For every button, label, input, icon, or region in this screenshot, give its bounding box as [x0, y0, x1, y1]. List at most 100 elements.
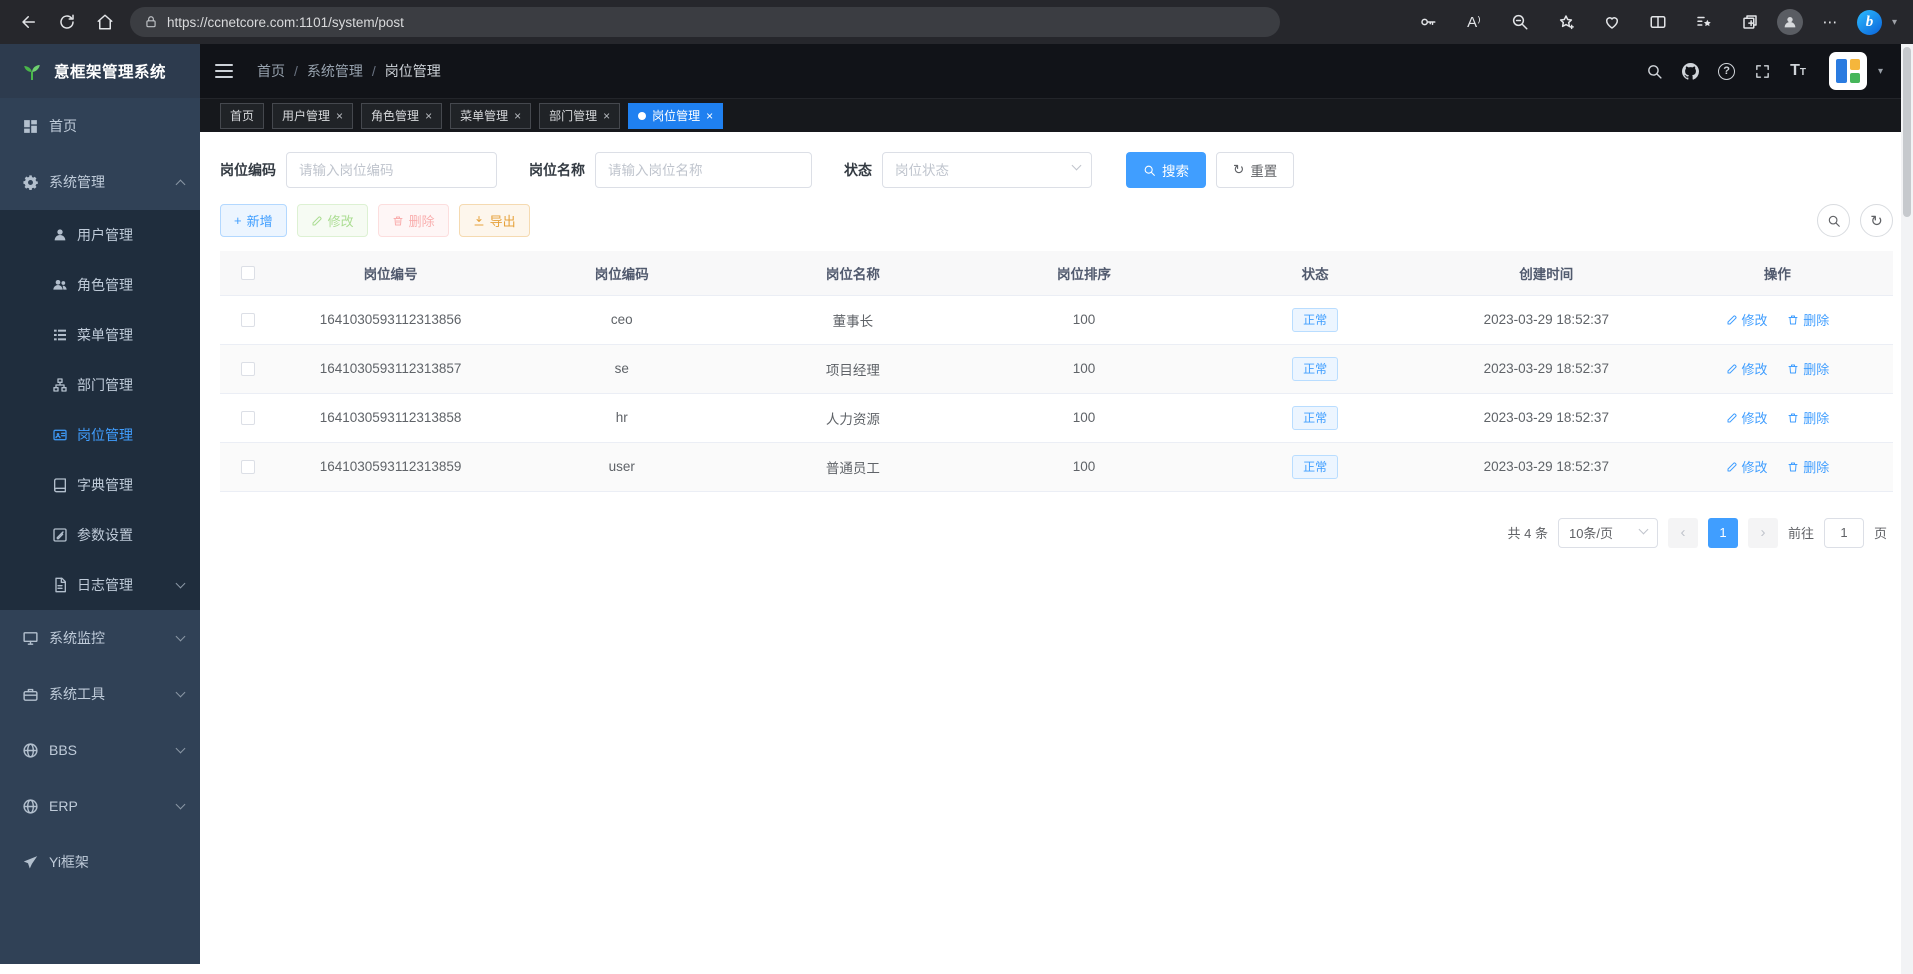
chevron-left-icon: ‹ — [1680, 524, 1685, 541]
add-button[interactable]: + 新增 — [220, 204, 287, 237]
back-button[interactable] — [13, 6, 45, 38]
post-code-input[interactable] — [286, 152, 497, 188]
next-page-button[interactable]: › — [1748, 518, 1778, 548]
user-avatar[interactable] — [1829, 52, 1867, 90]
refresh-button[interactable] — [51, 6, 83, 38]
close-icon[interactable]: × — [425, 109, 432, 123]
sidebar-item-dict-management[interactable]: 字典管理 — [0, 460, 200, 510]
header-post-id: 岗位编号 — [275, 251, 506, 295]
fullscreen-icon[interactable] — [1754, 63, 1771, 80]
export-button[interactable]: 导出 — [459, 204, 530, 237]
sidebar-item-system-monitor[interactable]: 系统监控 — [0, 610, 200, 666]
search-icon[interactable] — [1646, 63, 1663, 80]
read-aloud-button[interactable]: A⁾ — [1458, 6, 1490, 38]
tab-user-management[interactable]: 用户管理 × — [272, 103, 353, 129]
page-1-button[interactable]: 1 — [1708, 518, 1738, 548]
row-checkbox[interactable] — [241, 313, 255, 327]
row-delete-link[interactable]: 删除 — [1787, 310, 1829, 329]
pencil-icon — [1726, 412, 1738, 424]
tab-dept-management[interactable]: 部门管理 × — [539, 103, 620, 129]
edit-button[interactable]: 修改 — [297, 204, 368, 237]
post-table: 岗位编号 岗位编码 岗位名称 岗位排序 状态 创建时间 操作 16410305 — [200, 237, 1913, 492]
sidebar-item-log-management[interactable]: 日志管理 — [0, 560, 200, 610]
tab-post-management[interactable]: 岗位管理 × — [628, 103, 723, 129]
app-logo[interactable]: 意框架管理系统 — [0, 44, 200, 98]
breadcrumb-home[interactable]: 首页 — [257, 61, 285, 81]
tab-home[interactable]: 首页 — [220, 103, 264, 129]
browser-essentials-button[interactable] — [1596, 6, 1628, 38]
sidebar-item-system-tools[interactable]: 系统工具 — [0, 666, 200, 722]
search-button[interactable]: 搜索 — [1126, 152, 1206, 188]
collections-button[interactable] — [1734, 6, 1766, 38]
sidebar-item-post-management[interactable]: 岗位管理 — [0, 410, 200, 460]
refresh-icon: ↻ — [1233, 162, 1244, 178]
trash-icon — [1787, 314, 1799, 326]
pencil-icon — [1726, 314, 1738, 326]
row-checkbox[interactable] — [241, 411, 255, 425]
font-size-icon[interactable]: TT — [1790, 63, 1806, 79]
page-size-select[interactable]: 10条/页 — [1558, 518, 1658, 548]
row-edit-link[interactable]: 修改 — [1726, 310, 1768, 329]
status-badge: 正常 — [1292, 455, 1338, 479]
chevron-down-icon — [176, 743, 186, 753]
close-icon[interactable]: × — [706, 109, 713, 123]
id-badge-icon — [52, 427, 68, 443]
status-select[interactable] — [882, 152, 1092, 188]
sidebar-item-menu-management[interactable]: 菜单管理 — [0, 310, 200, 360]
sidebar-item-role-management[interactable]: 角色管理 — [0, 260, 200, 310]
row-delete-link[interactable]: 删除 — [1787, 457, 1829, 476]
row-delete-link[interactable]: 删除 — [1787, 408, 1829, 427]
row-edit-link[interactable]: 修改 — [1726, 359, 1768, 378]
password-key-button[interactable] — [1412, 6, 1444, 38]
avatar-caret-icon[interactable]: ▾ — [1878, 66, 1883, 77]
github-icon[interactable] — [1682, 63, 1699, 80]
sidebar-item-param-settings[interactable]: 参数设置 — [0, 510, 200, 560]
profile-button[interactable] — [1777, 9, 1803, 35]
close-icon[interactable]: × — [603, 109, 610, 123]
top-navbar: 首页 / 系统管理 / 岗位管理 ? TT ▾ — [200, 44, 1913, 98]
scrollbar-thumb[interactable] — [1903, 47, 1911, 217]
row-edit-link[interactable]: 修改 — [1726, 408, 1768, 427]
browser-menu-button[interactable]: ⋯ — [1814, 6, 1846, 38]
add-favorite-button[interactable] — [1550, 6, 1582, 38]
row-delete-link[interactable]: 删除 — [1787, 359, 1829, 378]
favorites-button[interactable] — [1688, 6, 1720, 38]
tabs-bar: 首页 用户管理 × 角色管理 × 菜单管理 × 部门管理 × 岗位管理 × — [200, 98, 1913, 132]
split-screen-button[interactable] — [1642, 6, 1674, 38]
page-scrollbar[interactable] — [1901, 44, 1913, 974]
pencil-icon — [1726, 461, 1738, 473]
row-edit-link[interactable]: 修改 — [1726, 457, 1768, 476]
home-button[interactable] — [89, 6, 121, 38]
prev-page-button[interactable]: ‹ — [1668, 518, 1698, 548]
close-icon[interactable]: × — [336, 109, 343, 123]
select-all-checkbox[interactable] — [241, 266, 255, 280]
collections-icon — [1741, 13, 1759, 31]
close-icon[interactable]: × — [514, 109, 521, 123]
reset-button[interactable]: ↻ 重置 — [1216, 152, 1294, 188]
help-icon[interactable]: ? — [1718, 63, 1735, 80]
sidebar-item-user-management[interactable]: 用户管理 — [0, 210, 200, 260]
show-search-button[interactable] — [1817, 204, 1850, 237]
sidebar-toggle-button[interactable] — [215, 58, 241, 84]
address-bar[interactable]: https://ccnetcore.com:1101/system/post — [130, 7, 1280, 37]
goto-page-input[interactable] — [1824, 518, 1864, 548]
sidebar-item-erp[interactable]: ERP — [0, 778, 200, 834]
zoom-button[interactable] — [1504, 6, 1536, 38]
sidebar-item-system-management[interactable]: 系统管理 — [0, 154, 200, 210]
post-name-input[interactable] — [595, 152, 812, 188]
sidebar-item-yi-framework[interactable]: Yi框架 — [0, 834, 200, 890]
dashboard-icon — [22, 118, 39, 135]
delete-button[interactable]: 删除 — [378, 204, 449, 237]
row-checkbox[interactable] — [241, 460, 255, 474]
breadcrumb-current: 岗位管理 — [385, 61, 441, 81]
row-checkbox[interactable] — [241, 362, 255, 376]
sidebar-item-bbs[interactable]: BBS — [0, 722, 200, 778]
sidebar-item-home[interactable]: 首页 — [0, 98, 200, 154]
post-code-label: 岗位编码 — [220, 160, 276, 180]
app-page: 意框架管理系统 首页 系统管理 用户管理 角色管理 菜单管理 — [0, 44, 1913, 974]
tab-role-management[interactable]: 角色管理 × — [361, 103, 442, 129]
tab-menu-management[interactable]: 菜单管理 × — [450, 103, 531, 129]
refresh-table-button[interactable]: ↻ — [1860, 204, 1893, 237]
copilot-button[interactable]: Tb — [1857, 10, 1882, 35]
sidebar-item-dept-management[interactable]: 部门管理 — [0, 360, 200, 410]
